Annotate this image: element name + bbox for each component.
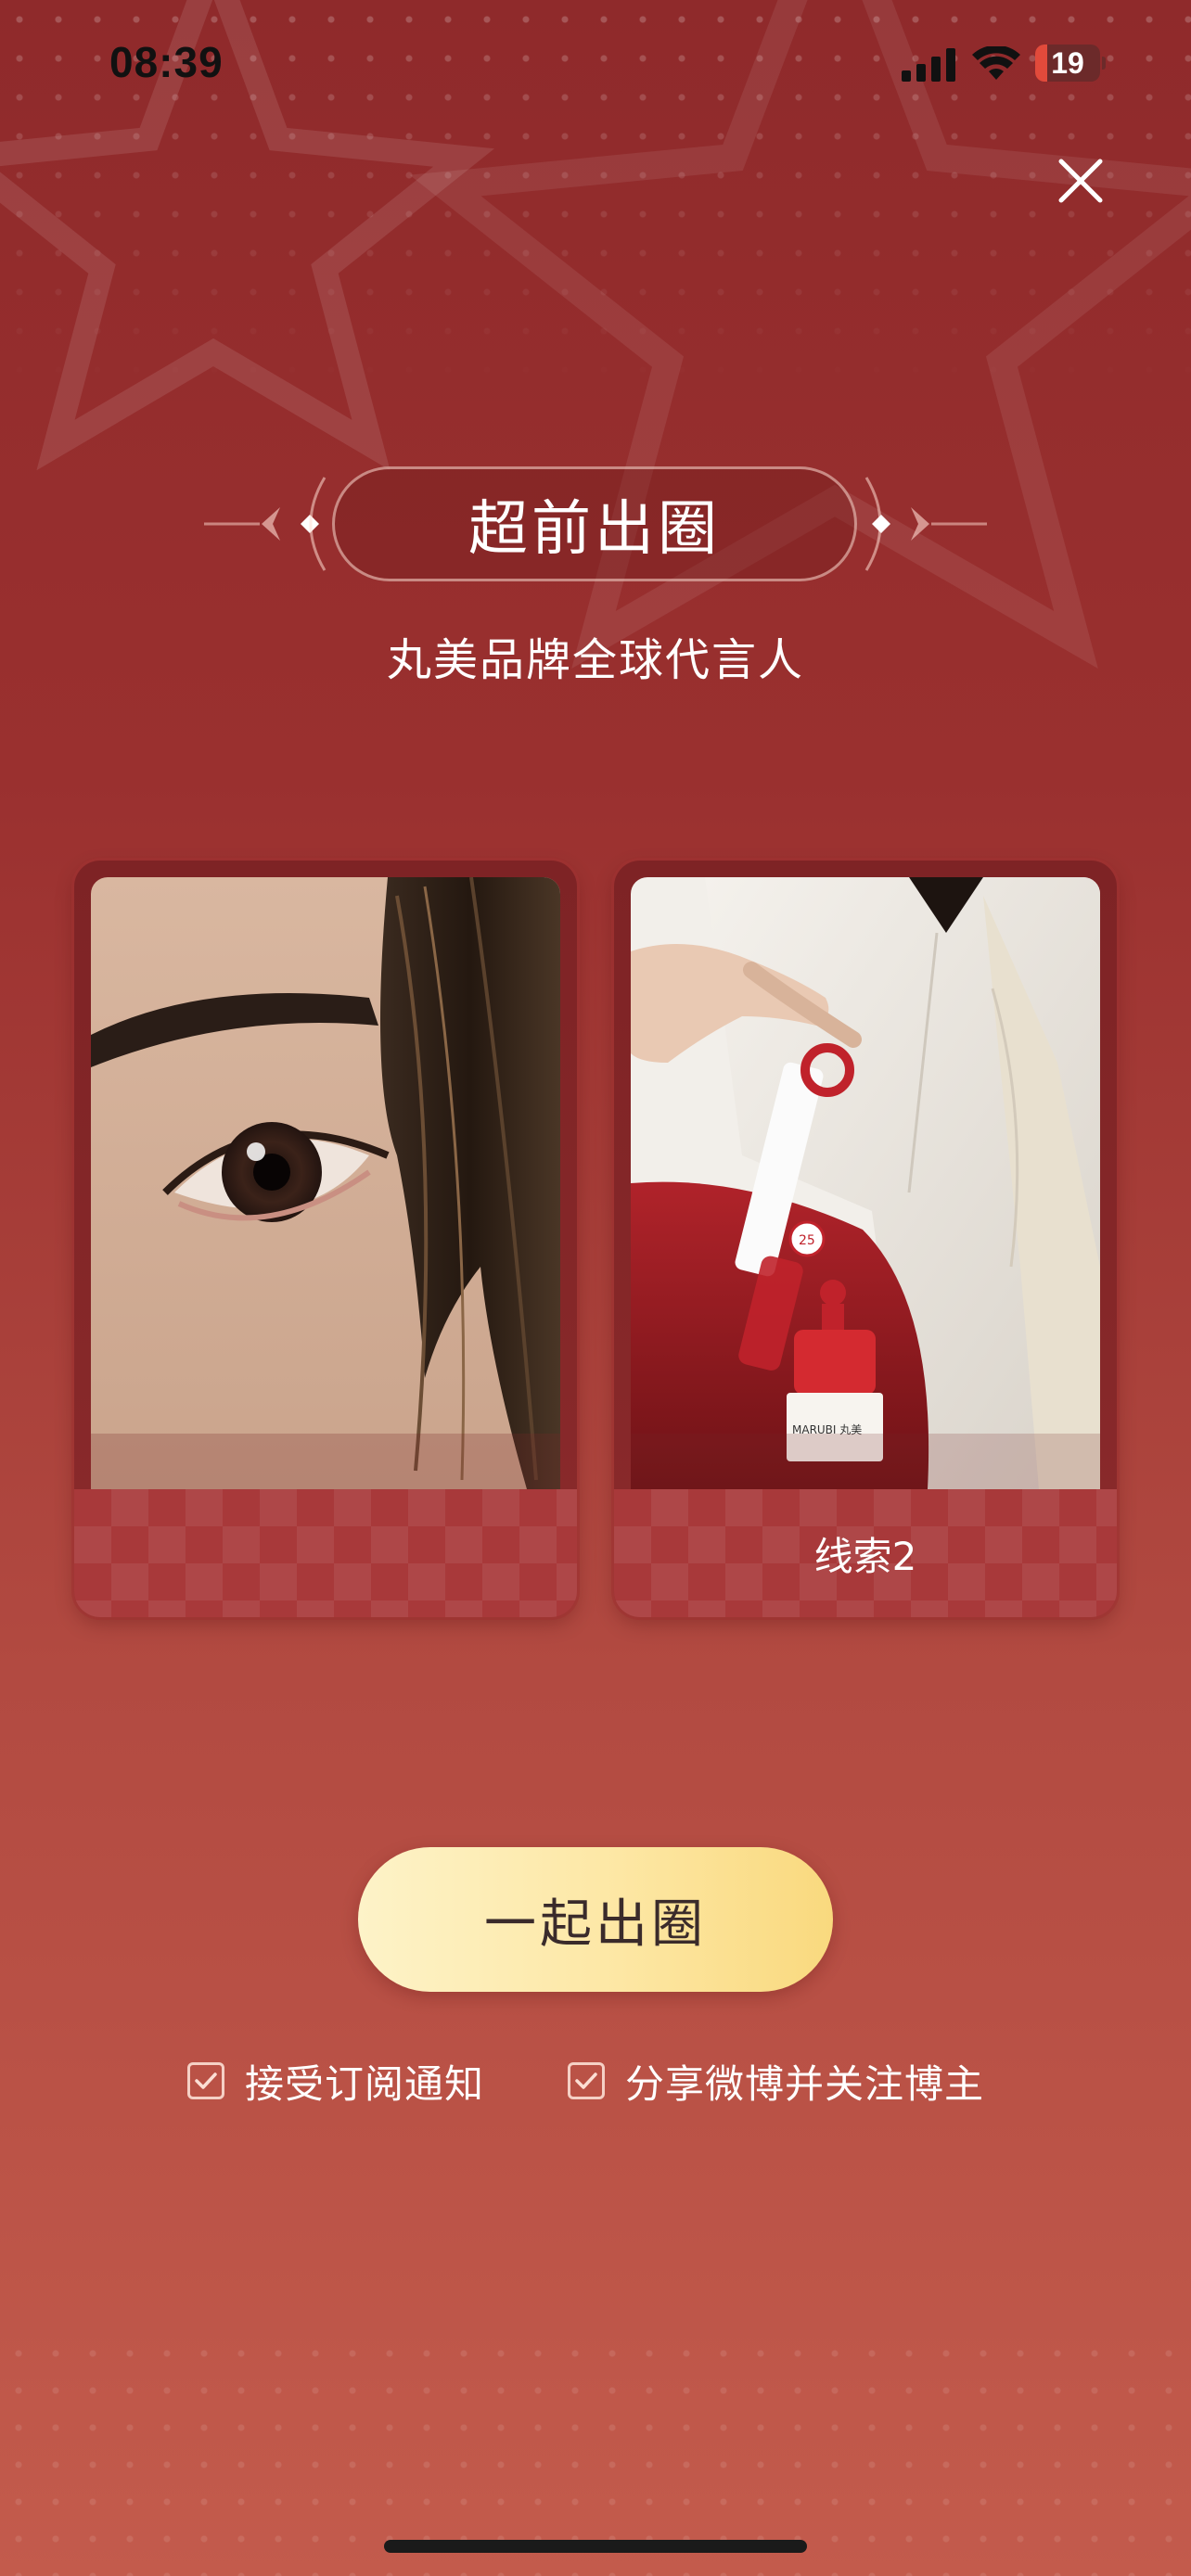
status-bar: 08:39 19	[0, 0, 1191, 130]
product-photo-image: 25 MARUBI 丸美	[631, 877, 1100, 1489]
battery-icon: 19	[1035, 45, 1106, 82]
card-2-photo: 25 MARUBI 丸美	[631, 877, 1100, 1489]
consent-checkboxes: 接受订阅通知 分享微博并关注博主	[0, 2053, 1191, 2109]
battery-level: 19	[1051, 46, 1084, 80]
card-2-label: 线索2	[614, 1489, 1117, 1617]
title-section: 超前出圈	[0, 459, 1191, 589]
clue-card-1[interactable]	[74, 861, 577, 1617]
home-indicator[interactable]	[384, 2540, 807, 2553]
badge-25-text: 25	[799, 1233, 815, 1248]
join-button[interactable]: 一起出圈	[358, 1847, 833, 1992]
share-weibo-follow-checkbox[interactable]: 分享微博并关注博主	[568, 2053, 984, 2109]
cellular-signal-icon	[902, 48, 955, 82]
close-icon[interactable]	[1048, 148, 1113, 213]
checkbox-2-label: 分享微博并关注博主	[625, 2060, 985, 2107]
checkbox-2-box[interactable]	[568, 2062, 605, 2099]
title-ornament-left-icon	[204, 477, 327, 571]
card-1-photo	[91, 877, 560, 1489]
checkmark-icon	[195, 2072, 217, 2089]
card-1-label	[74, 1489, 577, 1617]
page-subtitle: 丸美品牌全球代言人	[386, 634, 804, 686]
wifi-icon	[972, 46, 1020, 80]
eye-closeup-image	[91, 877, 560, 1489]
checkbox-1-box[interactable]	[187, 2062, 224, 2099]
subscribe-notification-checkbox[interactable]: 接受订阅通知	[187, 2053, 484, 2109]
checkmark-icon	[575, 2072, 597, 2089]
page-title: 超前出圈	[332, 466, 857, 581]
checkbox-1-label: 接受订阅通知	[245, 2060, 485, 2107]
status-time: 08:39	[109, 38, 224, 86]
title-ornament-right-icon	[864, 477, 987, 571]
clue-card-2[interactable]: 25 MARUBI 丸美 线索2	[614, 861, 1117, 1617]
